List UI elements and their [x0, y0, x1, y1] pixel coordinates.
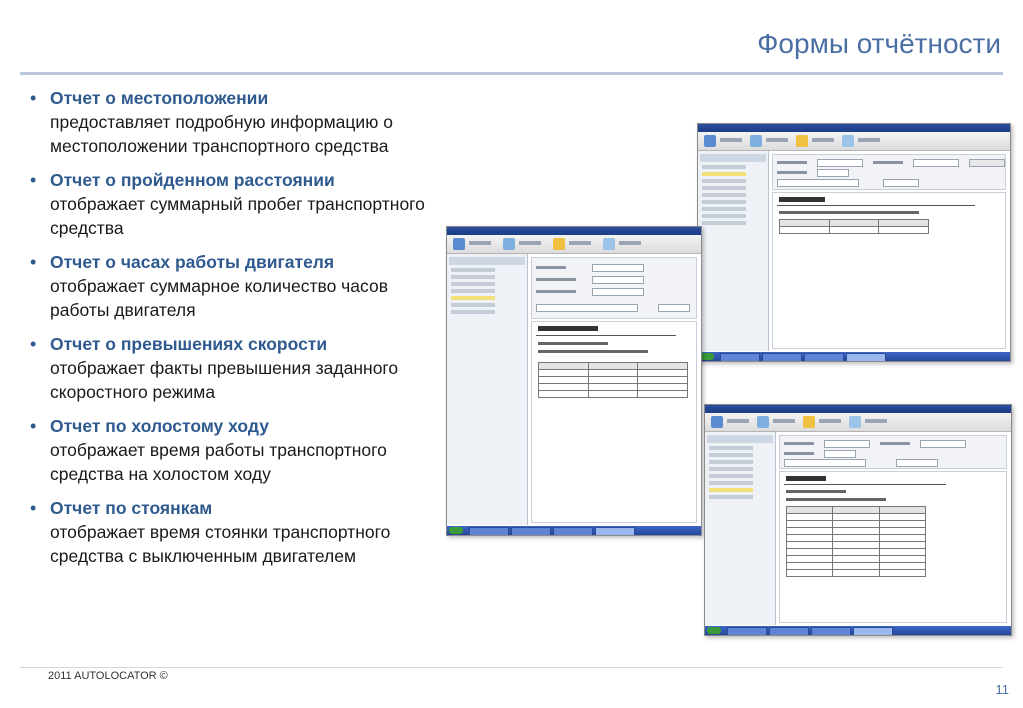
- report-main: [779, 435, 1007, 623]
- bullet-heading: Отчет о пройденном расстоянии: [50, 170, 335, 190]
- taskbar: [698, 352, 1010, 361]
- bullet-body: отображает суммарное количество часов ра…: [50, 276, 389, 320]
- bullet-heading: Отчет о местоположении: [50, 88, 269, 108]
- bullet-marker: •: [30, 334, 37, 354]
- report-icon: [553, 238, 565, 250]
- copyright: 2011 AUTOLOCATOR ©: [48, 670, 168, 682]
- report-form: [531, 257, 697, 319]
- report-icon: [803, 416, 815, 428]
- window-titlebar: [705, 405, 1011, 413]
- taskbar: [447, 526, 701, 535]
- report-form: [779, 435, 1007, 469]
- bullet-item: • Отчет о часах работы двигателя отображ…: [28, 250, 428, 322]
- bullet-heading: Отчет о превышениях скорости: [50, 334, 328, 354]
- taskbar: [705, 626, 1011, 635]
- app-toolbar: [698, 132, 1010, 151]
- report-icon: [796, 135, 808, 147]
- bullet-item: • Отчет о пройденном расстоянии отобража…: [28, 168, 428, 240]
- report-table: [785, 506, 927, 577]
- settings-icon: [603, 238, 615, 250]
- screenshot-idle-report: [446, 226, 702, 536]
- footer-divider: [20, 667, 1003, 668]
- bullet-item: • Отчет о превышениях скорости отображае…: [28, 332, 428, 404]
- bullet-body: предоставляет подробную информацию о мес…: [50, 112, 393, 156]
- report-sidebar: [698, 151, 769, 351]
- truck-icon: [704, 135, 716, 147]
- app-toolbar: [447, 235, 701, 254]
- truck-icon: [711, 416, 723, 428]
- message-icon: [750, 135, 762, 147]
- report-table: [779, 219, 929, 234]
- settings-icon: [842, 135, 854, 147]
- bullet-marker: •: [30, 498, 37, 518]
- report-sidebar: [705, 432, 776, 625]
- slide-title: Формы отчётности: [757, 28, 1001, 59]
- window-titlebar: [698, 124, 1010, 132]
- truck-icon: [453, 238, 465, 250]
- bullet-heading: Отчет о часах работы двигателя: [50, 252, 335, 272]
- bullet-body: отображает время стоянки транспортного с…: [50, 522, 391, 566]
- bullet-item: • Отчет по холостому ходу отображает вре…: [28, 414, 428, 486]
- bullet-list: • Отчет о местоположении предоставляет п…: [28, 86, 428, 578]
- app-toolbar: [705, 413, 1011, 432]
- bullet-body: отображает время работы транспортного ср…: [50, 440, 387, 484]
- screenshot-distance-report: [697, 123, 1011, 362]
- bullet-body: отображает суммарный пробег транспортног…: [50, 194, 425, 238]
- page-number: 11: [995, 682, 1010, 697]
- report-main: [772, 154, 1006, 349]
- bullet-item: • Отчет о местоположении предоставляет п…: [28, 86, 428, 158]
- report-form: [772, 154, 1006, 190]
- settings-icon: [849, 416, 861, 428]
- bullet-heading: Отчет по холостому ходу: [50, 416, 269, 436]
- bullet-item: • Отчет по стоянкам отображает время сто…: [28, 496, 428, 568]
- report-sidebar: [447, 254, 528, 525]
- bullet-marker: •: [30, 416, 37, 436]
- message-icon: [757, 416, 769, 428]
- bullet-heading: Отчет по стоянкам: [50, 498, 213, 518]
- report-main: [531, 257, 697, 523]
- report-table: [538, 362, 688, 398]
- bullet-body: отображает факты превышения заданного ск…: [50, 358, 399, 402]
- window-titlebar: [447, 227, 701, 235]
- bullet-marker: •: [30, 252, 37, 272]
- bullet-marker: •: [30, 88, 37, 108]
- screenshot-parking-report: [704, 404, 1012, 636]
- title-divider: [20, 72, 1003, 75]
- message-icon: [503, 238, 515, 250]
- bullet-marker: •: [30, 170, 37, 190]
